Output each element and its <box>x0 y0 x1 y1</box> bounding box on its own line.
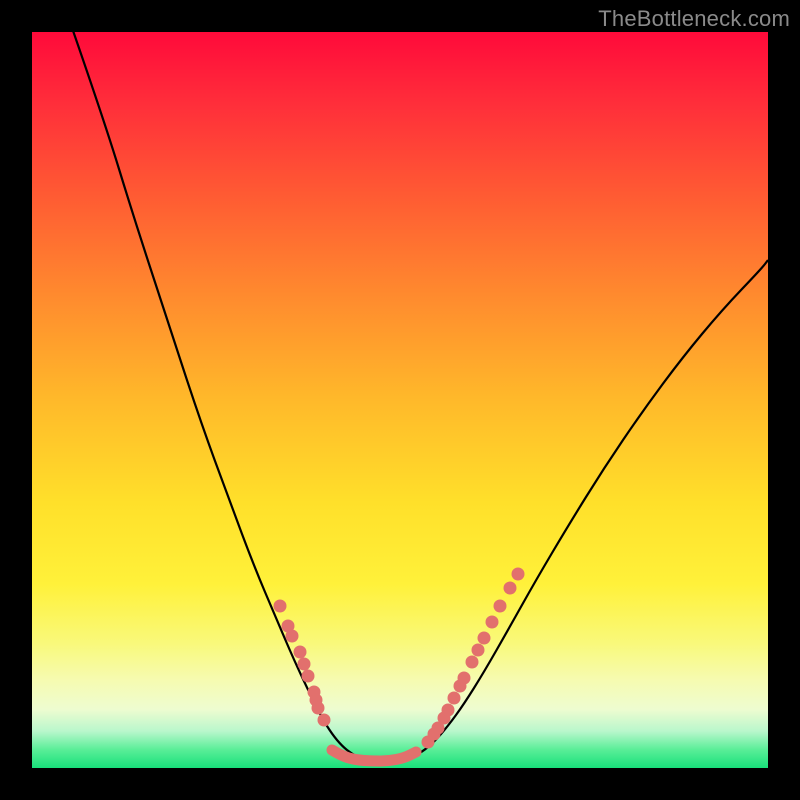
data-point <box>512 568 525 581</box>
data-point <box>302 670 315 683</box>
data-point <box>298 658 311 671</box>
data-point <box>478 632 491 645</box>
data-point <box>286 630 299 643</box>
data-point <box>494 600 507 613</box>
data-point <box>318 714 331 727</box>
data-point <box>274 600 287 613</box>
outer-frame: TheBottleneck.com <box>0 0 800 800</box>
data-point <box>486 616 499 629</box>
watermark-text: TheBottleneck.com <box>598 6 790 32</box>
data-point <box>458 672 471 685</box>
data-point <box>448 692 461 705</box>
data-point <box>504 582 517 595</box>
bottleneck-curve <box>70 32 768 762</box>
curve-floor-overlay <box>332 750 416 761</box>
data-point <box>442 704 455 717</box>
right-branch-points <box>422 568 525 749</box>
plot-area <box>32 32 768 768</box>
data-point <box>294 646 307 659</box>
curve-svg <box>32 32 768 768</box>
left-branch-points <box>274 600 331 727</box>
data-point <box>466 656 479 669</box>
data-point <box>472 644 485 657</box>
data-point <box>312 702 325 715</box>
